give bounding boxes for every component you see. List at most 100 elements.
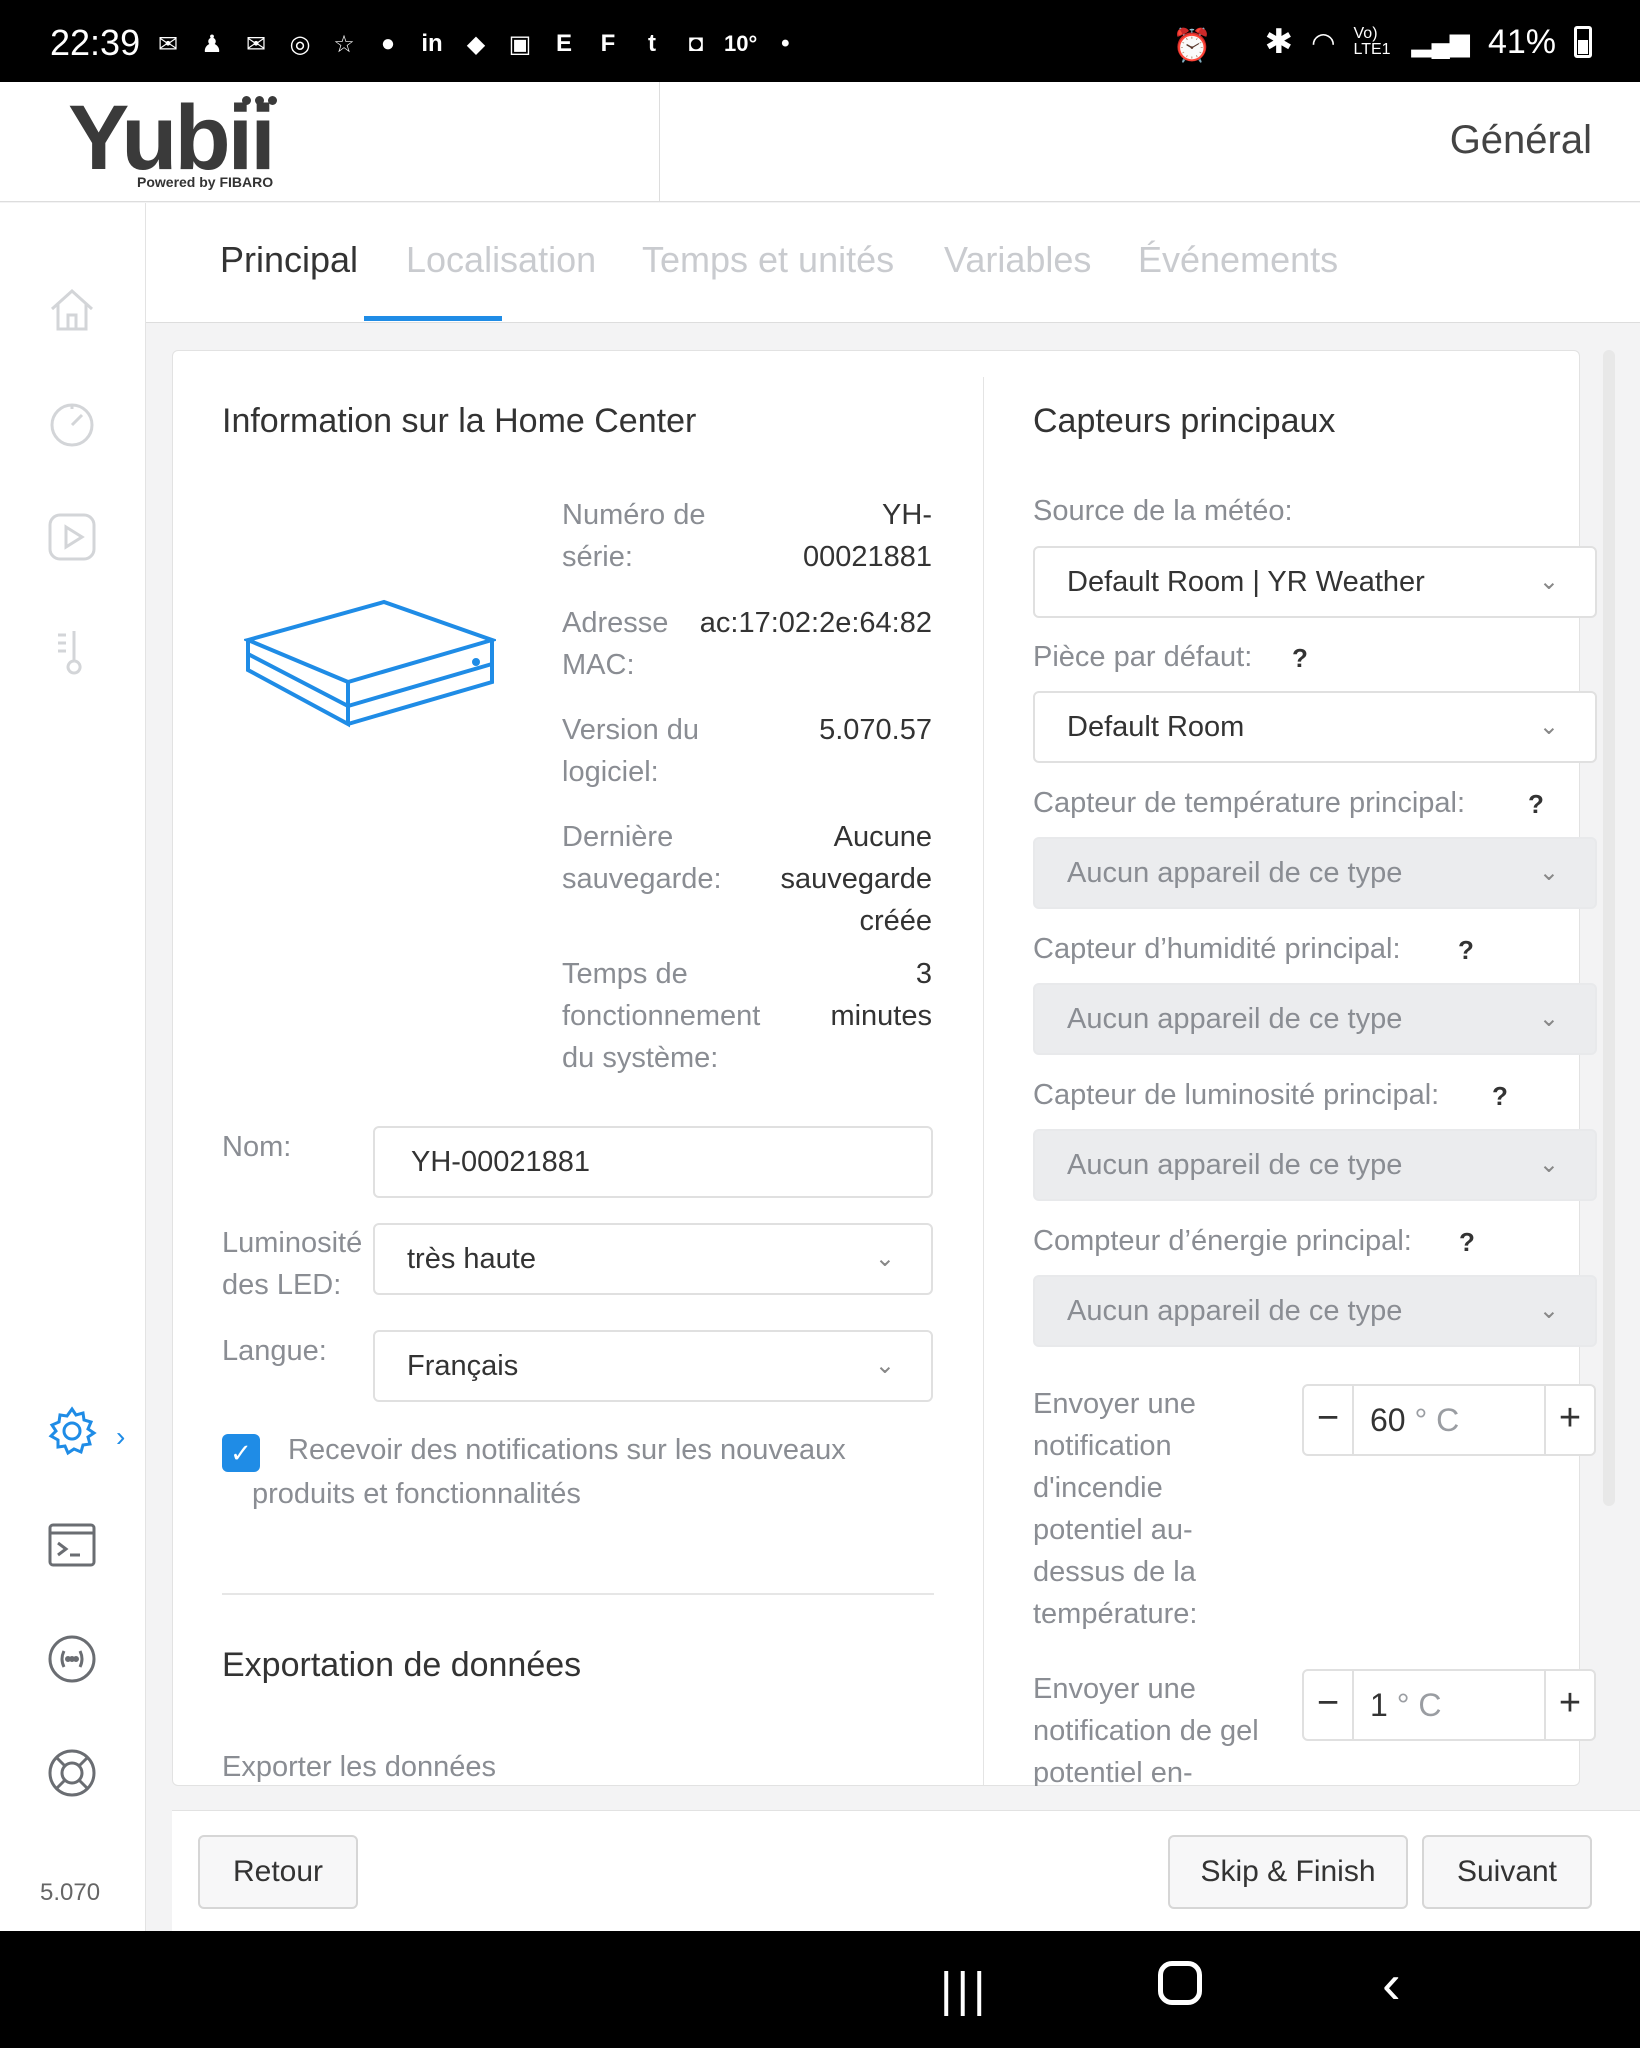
weather-source-select[interactable]: Default Room | YR Weather ⌄ — [1033, 546, 1597, 618]
help-icon[interactable]: ? — [1292, 643, 1308, 674]
linkedin-icon: in — [421, 30, 443, 57]
decrement-button[interactable]: − — [1304, 1671, 1352, 1739]
speaker-icon: ◘ — [688, 30, 704, 57]
info-label-mac: Adresse MAC: — [562, 607, 669, 681]
default-room-select[interactable]: Default Room ⌄ — [1033, 691, 1597, 763]
back-nav-icon[interactable]: ‹ — [1382, 1951, 1401, 2016]
home-center-device-icon — [244, 599, 496, 728]
terminal-icon[interactable] — [46, 1519, 98, 1571]
status-right: ✱ ◠ Vo) LTE1 ▂▄▆ 41% — [1265, 22, 1592, 62]
tab-variables[interactable]: Variables — [944, 239, 1091, 281]
scenes-icon[interactable] — [46, 511, 98, 563]
home-nav-icon[interactable] — [1158, 1961, 1202, 2005]
temperature-sensor-select[interactable]: Aucun appareil de ce type ⌄ — [1033, 837, 1597, 909]
logo-subtitle: Powered by FIBARO — [137, 174, 274, 190]
default-room-label: Pièce par défaut: — [1033, 641, 1253, 673]
chevron-down-icon: ⌄ — [1538, 1005, 1559, 1032]
energy-meter-select[interactable]: Aucun appareil de ce type ⌄ — [1033, 1275, 1597, 1347]
scrollbar[interactable] — [1603, 350, 1615, 1506]
logo: Yubii Powered by FIBARO — [0, 82, 660, 202]
led-brightness-value: très haute — [407, 1243, 536, 1275]
led-label: Luminosité des LED: — [222, 1227, 363, 1301]
battery-percent: 41% — [1487, 22, 1556, 61]
led-brightness-select[interactable]: très haute ⌄ — [373, 1223, 933, 1295]
chevron-down-icon: ⌄ — [874, 1245, 895, 1272]
export-data-label: Exporter les données — [222, 1751, 497, 1783]
news-icon: E — [555, 30, 572, 57]
weather-source-value: Default Room | YR Weather — [1067, 566, 1425, 598]
status-time: 22:39 — [50, 22, 141, 63]
dashboard-icon[interactable] — [46, 397, 98, 449]
dot-icon: • — [781, 30, 790, 57]
chevron-down-icon: ⌄ — [1538, 1151, 1559, 1178]
notifications-checkbox-label: Recevoir des notifications sur les nouve… — [252, 1434, 846, 1510]
tab-evenements[interactable]: Événements — [1138, 239, 1338, 281]
language-label: Langue: — [222, 1335, 327, 1367]
sidebar: › 5.070 — [0, 203, 146, 1931]
info-value-mac: ac:17:02:2e:64:82 — [699, 607, 932, 639]
info-label-serial: Numéro de série: — [562, 499, 706, 573]
chevron-down-icon: ⌄ — [1538, 1297, 1559, 1324]
fire-threshold-input[interactable]: 60 ° C — [1352, 1386, 1546, 1454]
flipboard-icon: F — [600, 30, 616, 57]
star-icon: ☆ — [333, 30, 355, 58]
integrations-icon[interactable] — [46, 1633, 98, 1685]
default-room-value: Default Room — [1067, 711, 1245, 743]
increment-button[interactable]: + — [1546, 1386, 1594, 1454]
luminosity-sensor-label: Capteur de luminosité principal: — [1033, 1079, 1440, 1111]
recent-apps-icon[interactable]: ||| — [940, 1963, 989, 2018]
info-value-serial: YH- 00021881 — [802, 499, 932, 573]
weather-temp: 10° — [724, 31, 758, 56]
tab-temps-et-unites[interactable]: Temps et unités — [642, 239, 894, 281]
page-title: Général — [1449, 118, 1592, 162]
support-icon[interactable] — [46, 1747, 98, 1799]
tab-principal[interactable]: Principal — [220, 239, 358, 281]
luminosity-sensor-select[interactable]: Aucun appareil de ce type ⌄ — [1033, 1129, 1597, 1201]
app-icon: ♟ — [201, 30, 223, 58]
energy-meter-value: Aucun appareil de ce type — [1067, 1295, 1403, 1327]
humidity-sensor-label: Capteur d’humidité principal: — [1033, 933, 1401, 965]
weather-source-label: Source de la météo: — [1033, 495, 1293, 527]
app-header: Yubii Powered by FIBARO Général — [0, 82, 1640, 202]
active-tab-indicator — [364, 316, 502, 321]
luminosity-sensor-value: Aucun appareil de ce type — [1067, 1149, 1403, 1181]
network-label: Vo) LTE1 — [1353, 25, 1391, 58]
frost-threshold-stepper: − 1 ° C + — [1302, 1669, 1596, 1741]
next-button[interactable]: Suivant — [1422, 1835, 1592, 1909]
app-badge-icon: ● — [380, 30, 396, 57]
increment-button[interactable]: + — [1546, 1671, 1594, 1739]
alarm-icon: ⏰ — [1172, 27, 1212, 63]
climate-icon[interactable] — [46, 625, 98, 677]
info-label-backup: Dernière sauvegarde: — [562, 821, 722, 895]
decrement-button[interactable]: − — [1304, 1386, 1352, 1454]
back-button[interactable]: Retour — [198, 1835, 358, 1909]
settings-icon[interactable] — [46, 1405, 98, 1457]
tab-localisation[interactable]: Localisation — [406, 239, 596, 281]
skip-finish-button[interactable]: Skip & Finish — [1168, 1835, 1408, 1909]
temperature-sensor-value: Aucun appareil de ce type — [1067, 857, 1403, 889]
info-label-uptime: Temps de fonctionnement du système: — [562, 958, 761, 1074]
language-select[interactable]: Français ⌄ — [373, 1330, 933, 1402]
gmail-icon: ✉ — [245, 30, 267, 58]
info-label-version: Version du logiciel: — [562, 714, 700, 788]
help-icon[interactable]: ? — [1492, 1081, 1508, 1112]
frost-threshold-input[interactable]: 1 ° C — [1352, 1671, 1546, 1739]
fire-notification-label: Envoyer une notification d'incendie pote… — [1033, 1388, 1198, 1630]
help-icon[interactable]: ? — [1458, 935, 1474, 966]
section-title-home-center: Information sur la Home Center — [222, 402, 697, 440]
help-icon[interactable]: ? — [1459, 1227, 1475, 1258]
info-value-version: 5.070.57 — [819, 714, 932, 746]
humidity-sensor-select[interactable]: Aucun appareil de ce type ⌄ — [1033, 983, 1597, 1055]
humidity-sensor-value: Aucun appareil de ce type — [1067, 1003, 1403, 1035]
name-input[interactable]: YH-00021881 — [373, 1126, 933, 1198]
temperature-sensor-label: Capteur de température principal: — [1033, 787, 1466, 819]
signal-icon: ▂▄▆ — [1411, 26, 1470, 57]
wizard-footer: Retour Skip & Finish Suivant — [172, 1810, 1640, 1931]
battery-icon — [1574, 26, 1592, 58]
bluetooth-icon: ✱ — [1264, 23, 1294, 61]
help-icon[interactable]: ? — [1528, 789, 1544, 820]
home-icon[interactable] — [46, 283, 98, 335]
fire-threshold-stepper: − 60 ° C + — [1302, 1384, 1596, 1456]
logo-dots-icon — [242, 96, 277, 105]
notification-icons: ✉ ♟ ✉ ◎ ☆ ● in ◆ ▣ E F t ◘ 10° • — [152, 28, 801, 60]
